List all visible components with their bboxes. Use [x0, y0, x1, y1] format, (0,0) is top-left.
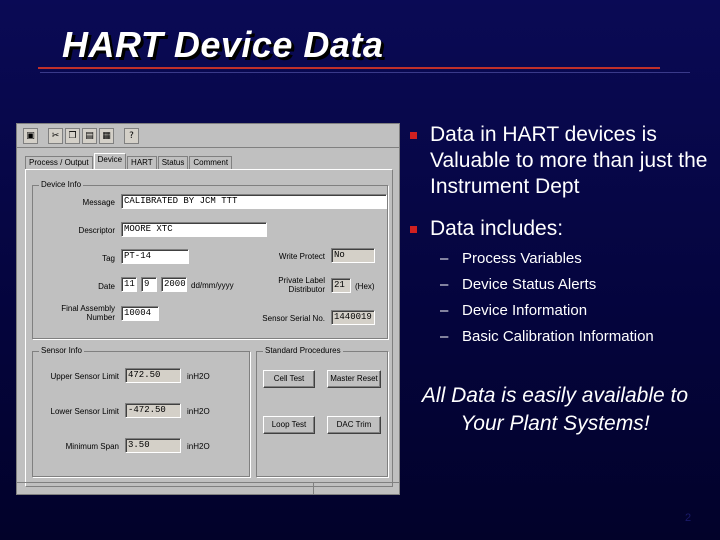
- device-tab-panel: Device Info Message CALIBRATED BY JCM TT…: [25, 169, 393, 487]
- sensor-info-group: Sensor Info Upper Sensor Limit 472.50 in…: [32, 346, 250, 477]
- upper-sensor-limit-label: Upper Sensor Limit: [50, 372, 119, 381]
- message-label: Message: [82, 198, 115, 207]
- tag-field[interactable]: PT-14: [121, 249, 189, 264]
- copy-icon[interactable]: ❐: [65, 127, 80, 144]
- private-label-field: 21: [331, 278, 351, 293]
- private-label-label: Private Label Distributor: [278, 276, 325, 294]
- sensor-serial-label: Sensor Serial No.: [262, 314, 325, 323]
- print-icon[interactable]: ▦: [99, 127, 114, 144]
- write-protect-field: No: [331, 248, 375, 263]
- sub-bullet-text: Basic Calibration Information: [462, 328, 654, 345]
- descriptor-field[interactable]: MOORE XTC: [121, 222, 267, 237]
- dash-icon: –: [440, 302, 449, 319]
- date-format-label: dd/mm/yyyy: [191, 281, 234, 290]
- tab-comment[interactable]: Comment: [189, 156, 233, 169]
- date-month-field[interactable]: 11: [121, 277, 137, 292]
- dash-icon: –: [440, 276, 449, 293]
- master-reset-button[interactable]: Master Reset: [327, 370, 381, 388]
- title-underline-secondary: [40, 72, 690, 73]
- final-assembly-field[interactable]: 10004: [121, 306, 159, 321]
- group-title: Device Info: [39, 180, 84, 189]
- date-day-field[interactable]: 9: [141, 277, 157, 292]
- page-number: 2: [685, 512, 692, 524]
- tab-strip: Process / Output Device HART Status Comm…: [25, 153, 233, 170]
- lower-sensor-limit-field: -472.50: [125, 403, 181, 418]
- date-year-field[interactable]: 2000: [161, 277, 187, 292]
- slide-title: HART Device Data: [62, 24, 384, 65]
- cut-icon[interactable]: ✂: [48, 127, 63, 144]
- status-cell: [313, 483, 401, 494]
- dac-trim-button[interactable]: DAC Trim: [327, 416, 381, 434]
- status-bar: [17, 482, 399, 494]
- loop-test-button[interactable]: Loop Test: [263, 416, 315, 434]
- lower-sensor-limit-label: Lower Sensor Limit: [50, 407, 119, 416]
- paste-icon[interactable]: ▤: [82, 127, 97, 144]
- sub-bullet-text: Device Information: [462, 302, 588, 319]
- bullet-text: Data includes:: [430, 217, 564, 240]
- save-icon[interactable]: ▣: [23, 127, 38, 144]
- tab-device[interactable]: Device: [93, 153, 127, 169]
- toolbar: ▣ ✂ ❐ ▤ ▦ ?: [17, 124, 399, 148]
- sub-bullet-text: Device Status Alerts: [462, 276, 597, 293]
- date-label: Date: [98, 282, 115, 291]
- sub-bullet-text: Process Variables: [462, 250, 582, 267]
- lower-sensor-limit-unit: inH2O: [187, 407, 210, 416]
- group-title: Standard Procedures: [263, 346, 343, 355]
- message-field[interactable]: CALIBRATED BY JCM TTT: [121, 194, 387, 209]
- dash-icon: –: [440, 250, 449, 267]
- write-protect-label: Write Protect: [278, 252, 325, 261]
- title-underline: [38, 67, 660, 69]
- final-assembly-label: Final Assembly Number: [61, 304, 115, 322]
- tag-label: Tag: [102, 254, 115, 263]
- minimum-span-label: Minimum Span: [65, 442, 119, 451]
- private-label-unit: (Hex): [355, 282, 375, 291]
- sensor-serial-field: 1440019: [331, 310, 375, 325]
- minimum-span-unit: inH2O: [187, 442, 210, 451]
- help-icon[interactable]: ?: [124, 127, 139, 144]
- standard-procedures-group: Standard Procedures Cell Test Master Res…: [256, 346, 388, 477]
- tab-process-output[interactable]: Process / Output: [25, 156, 93, 169]
- bullet-square-icon: [410, 132, 417, 139]
- device-config-window: ▣ ✂ ❐ ▤ ▦ ? Process / Output Device HART…: [16, 123, 400, 495]
- upper-sensor-limit-field: 472.50: [125, 368, 181, 383]
- group-title: Sensor Info: [39, 346, 84, 355]
- callout-text: All Data is easily available to Your Pla…: [421, 384, 689, 435]
- bullet-text: Data in HART devices is Valuable to more…: [430, 123, 708, 198]
- cell-test-button[interactable]: Cell Test: [263, 370, 315, 388]
- minimum-span-field: 3.50: [125, 438, 181, 453]
- upper-sensor-limit-unit: inH2O: [187, 372, 210, 381]
- tab-hart[interactable]: HART: [127, 156, 157, 169]
- device-info-group: Device Info Message CALIBRATED BY JCM TT…: [32, 180, 388, 339]
- dash-icon: –: [440, 328, 449, 345]
- descriptor-label: Descriptor: [78, 226, 115, 235]
- tab-status[interactable]: Status: [157, 156, 189, 169]
- bullet-square-icon: [410, 226, 417, 233]
